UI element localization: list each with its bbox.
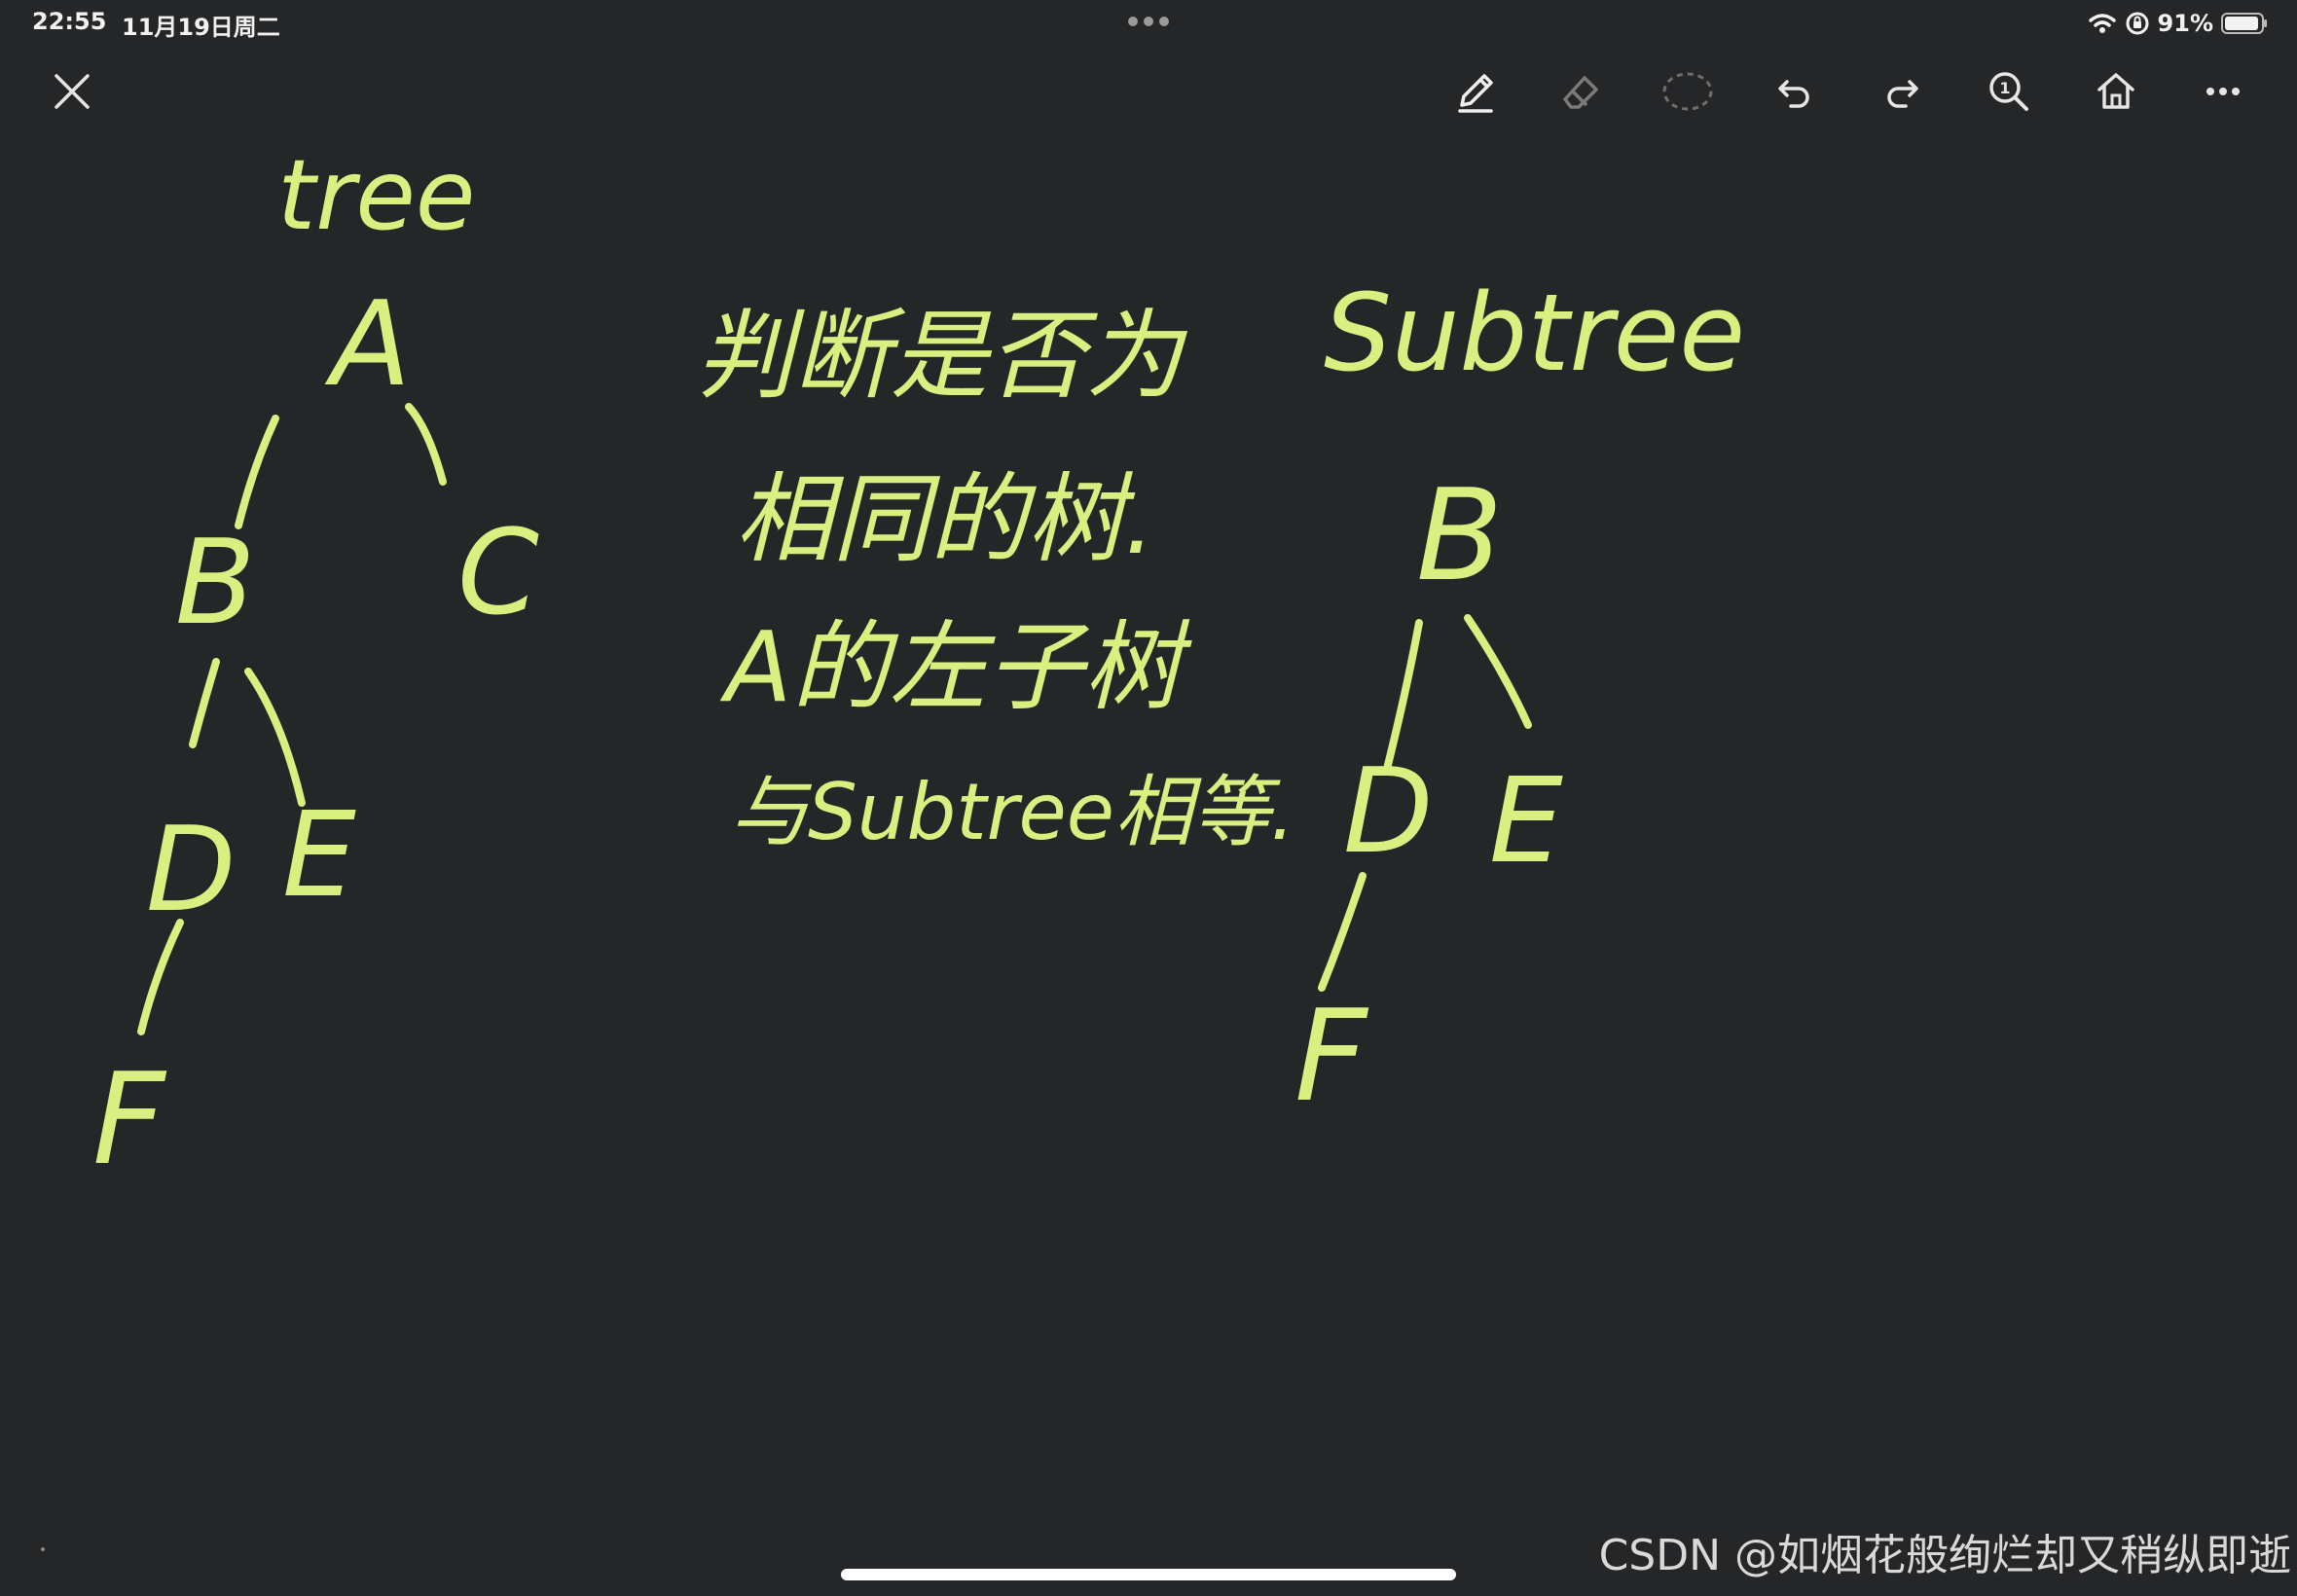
left-node-d: D — [146, 803, 236, 938]
left-node-f: F — [92, 1045, 167, 1193]
canvas-dot — [41, 1547, 45, 1551]
left-node-b: B — [175, 516, 255, 651]
orientation-lock-icon — [2126, 12, 2149, 35]
right-node-b: B — [1416, 461, 1503, 609]
status-time: 22:55 — [32, 8, 107, 35]
right-edge-d-f — [1318, 872, 1367, 992]
status-bar: 22:55 11月19日周二 91% — [0, 0, 2297, 47]
status-date: 11月19日周二 — [122, 14, 280, 41]
home-indicator[interactable] — [841, 1569, 1456, 1580]
left-edge-b-e — [244, 668, 306, 807]
multitasking-dots-icon[interactable] — [1125, 10, 1172, 33]
right-edge-b-e — [1464, 614, 1532, 729]
right-node-e: E — [1489, 754, 1563, 889]
wifi-icon — [2088, 14, 2116, 33]
left-node-c: C — [457, 506, 539, 641]
note-line-1: 判断是否为 — [696, 299, 1188, 413]
battery-percent: 91% — [2157, 10, 2213, 37]
left-edge-a-b — [235, 415, 279, 529]
left-node-a: A — [324, 277, 411, 413]
right-node-f: F — [1294, 982, 1369, 1130]
right-tree-label: Subtree — [1324, 271, 1745, 395]
left-edge-a-c — [405, 403, 447, 486]
note-line-2: 相同的树. — [735, 462, 1155, 576]
drawing-canvas[interactable]: tree A B C D E F 判断是否为 相同的树. A的左子树 与Subt… — [0, 93, 2297, 1553]
left-tree-label: tree — [277, 138, 475, 252]
battery-icon — [2221, 13, 2267, 34]
left-edge-b-d — [189, 658, 220, 748]
status-indicators: 91% — [2088, 6, 2268, 41]
watermark: CSDN @如烟花般绚烂却又稍纵即逝 — [1598, 1531, 2291, 1580]
note-line-3: A的左子树 — [719, 610, 1192, 724]
left-node-e: E — [282, 788, 356, 924]
notes-app-screen: 22:55 11月19日周二 91% 1 tree A B C D E F 判断… — [0, 0, 2297, 1596]
note-line-4: 与Subtree相等. — [730, 767, 1294, 857]
left-edge-d-f — [137, 919, 184, 1035]
